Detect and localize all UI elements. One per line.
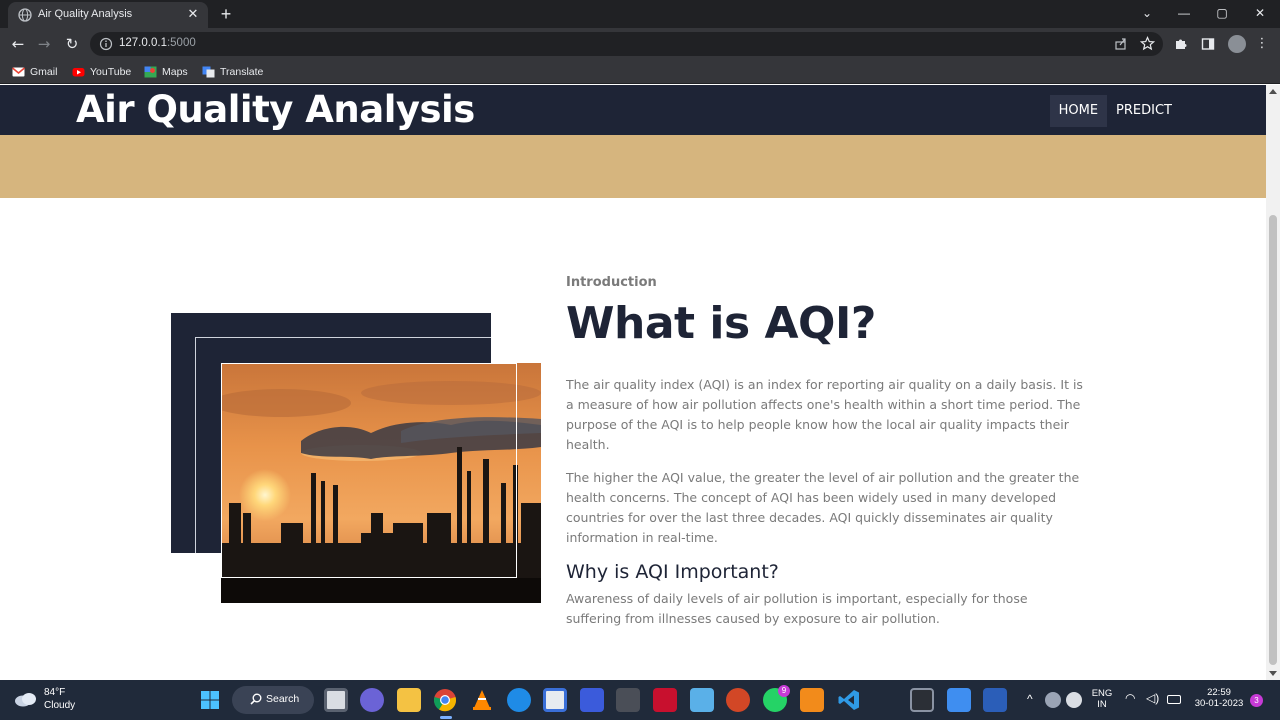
- back-button[interactable]: ←: [8, 34, 28, 54]
- chrome-icon[interactable]: [433, 688, 457, 712]
- notification-badge[interactable]: 3: [1250, 694, 1263, 707]
- sublime-text-icon[interactable]: [800, 688, 824, 712]
- bookmark-gmail[interactable]: Gmail: [12, 64, 57, 80]
- intro-paragraph-2: The higher the AQI value, the greater th…: [566, 470, 1080, 545]
- scroll-up-arrow-icon[interactable]: [1269, 89, 1277, 94]
- globe-icon: [18, 8, 32, 22]
- browser-tab[interactable]: Air Quality Analysis ✕: [8, 2, 208, 28]
- bookmarks-bar: Gmail YouTube Maps Translate: [0, 60, 1280, 84]
- taskbar-search[interactable]: Search: [232, 686, 314, 714]
- menu-kebab-icon[interactable]: ⋮: [1253, 35, 1271, 53]
- teams-chat-icon[interactable]: [360, 688, 384, 712]
- paint-app-icon[interactable]: [580, 688, 604, 712]
- battery-icon[interactable]: [1167, 695, 1181, 704]
- terminal-icon[interactable]: [910, 688, 934, 712]
- onedrive-icon[interactable]: [1045, 692, 1061, 708]
- share-icon[interactable]: [1114, 37, 1128, 51]
- hero-banner: [0, 135, 1266, 198]
- maximize-button[interactable]: ▢: [1212, 4, 1232, 22]
- nav-home-link[interactable]: HOME: [1049, 95, 1108, 127]
- edge-icon[interactable]: [507, 688, 531, 712]
- weather-widget[interactable]: 84°F Cloudy: [14, 687, 104, 713]
- maps-icon: [144, 66, 157, 78]
- chrome-active-indicator: [440, 716, 452, 719]
- bookmark-youtube[interactable]: YouTube: [72, 64, 131, 80]
- vscode-icon[interactable]: [837, 688, 861, 712]
- section-heading: What is AQI?: [566, 298, 876, 349]
- snipping-tool-icon[interactable]: [947, 688, 971, 712]
- site-title[interactable]: Air Quality Analysis: [76, 88, 475, 131]
- scroll-down-arrow-icon[interactable]: [1269, 671, 1277, 676]
- tray-app-icon[interactable]: [1066, 692, 1082, 708]
- word-icon[interactable]: [983, 688, 1007, 712]
- clock[interactable]: 22:59 30-01-2023: [1190, 687, 1248, 709]
- powerpoint-icon[interactable]: [726, 688, 750, 712]
- image-inner-outline: [221, 363, 517, 578]
- extensions-puzzle-icon[interactable]: [1174, 37, 1188, 51]
- cloud-icon: [15, 693, 36, 707]
- gmail-icon: [12, 67, 25, 77]
- notepad-icon[interactable]: [690, 688, 714, 712]
- minimize-button[interactable]: —: [1174, 4, 1194, 22]
- search-icon: [250, 693, 262, 705]
- site-header: Air Quality Analysis HOME PREDICT: [0, 85, 1266, 135]
- cube-app-icon[interactable]: [616, 688, 640, 712]
- side-panel-icon[interactable]: [1201, 37, 1215, 51]
- tab-title: Air Quality Analysis: [38, 8, 133, 20]
- youtube-icon: [72, 68, 85, 77]
- new-tab-button[interactable]: +: [216, 4, 236, 24]
- whatsapp-badge: 9: [778, 685, 790, 697]
- scrollbar-thumb[interactable]: [1269, 215, 1277, 665]
- site-nav: HOME PREDICT: [1049, 95, 1181, 127]
- windows-taskbar: 84°F Cloudy Search 9 ^ ENG IN ◠ ◁) 22:59…: [0, 680, 1280, 720]
- url-text: 127.0.0.1:5000: [119, 37, 196, 49]
- tab-search-icon[interactable]: ⌄: [1137, 4, 1157, 22]
- file-explorer-icon[interactable]: [397, 688, 421, 712]
- browser-toolbar: ← → ↻ 127.0.0.1:5000 ⋮: [0, 28, 1280, 60]
- tab-close-icon[interactable]: ✕: [184, 5, 202, 23]
- page-scrollbar[interactable]: [1266, 85, 1280, 680]
- weather-temperature: 84°F: [44, 687, 66, 698]
- windows-start-icon[interactable]: [198, 688, 222, 712]
- translate-icon: [202, 66, 215, 78]
- task-view-icon[interactable]: [324, 688, 348, 712]
- bookmark-maps[interactable]: Maps: [144, 64, 188, 80]
- intro-paragraph-1: The air quality index (AQI) is an index …: [566, 377, 1083, 452]
- page-viewport: Air Quality Analysis HOME PREDICT Introd…: [0, 85, 1266, 680]
- weather-condition: Cloudy: [44, 700, 76, 711]
- section-eyebrow: Introduction: [566, 275, 657, 290]
- site-info-icon[interactable]: [99, 37, 113, 51]
- address-bar[interactable]: 127.0.0.1:5000: [90, 32, 1163, 56]
- bookmark-star-icon[interactable]: [1140, 36, 1155, 51]
- importance-paragraph: Awareness of daily levels of air polluti…: [566, 591, 1028, 626]
- close-window-button[interactable]: ✕: [1250, 4, 1270, 22]
- wifi-icon[interactable]: ◠: [1125, 691, 1135, 705]
- nav-predict-link[interactable]: PREDICT: [1107, 95, 1181, 127]
- volume-icon[interactable]: ◁): [1146, 691, 1159, 705]
- microsoft-store-icon[interactable]: [543, 688, 567, 712]
- bookmark-translate[interactable]: Translate: [202, 64, 263, 80]
- vlc-icon[interactable]: [470, 688, 494, 712]
- section-subheading: Why is AQI Important?: [566, 561, 779, 583]
- intro-section: Introduction What is AQI? The air qualit…: [566, 275, 1086, 629]
- forward-button[interactable]: →: [34, 34, 54, 54]
- browser-tab-strip: Air Quality Analysis ✕ + ⌄ — ▢ ✕: [0, 0, 1280, 28]
- language-indicator[interactable]: ENG IN: [1088, 688, 1116, 710]
- tray-overflow-chevron-icon[interactable]: ^: [1027, 692, 1033, 706]
- mcafee-icon[interactable]: [653, 688, 677, 712]
- reload-button[interactable]: ↻: [62, 34, 82, 54]
- profile-avatar[interactable]: [1228, 35, 1246, 53]
- search-label: Search: [266, 693, 300, 705]
